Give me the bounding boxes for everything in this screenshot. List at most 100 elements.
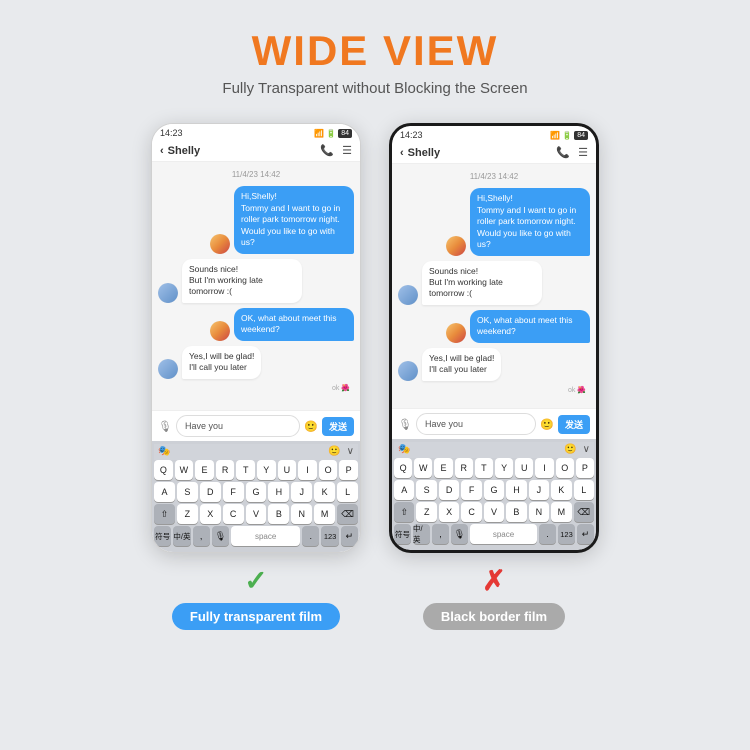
white-chat-header-right: 📞 ☰ — [320, 144, 352, 157]
key-f[interactable]: F — [223, 482, 244, 502]
key-q[interactable]: Q — [154, 460, 173, 480]
key-space[interactable]: space — [231, 526, 300, 546]
black-send-button[interactable]: 发送 — [558, 415, 590, 434]
bkey-f[interactable]: F — [461, 480, 481, 500]
key-m[interactable]: M — [314, 504, 335, 524]
key-i[interactable]: I — [298, 460, 317, 480]
bkey-n[interactable]: N — [529, 502, 549, 522]
bkey-a[interactable]: A — [394, 480, 414, 500]
black-phone-screen: 14:23 📶 🔋 84 ‹ Shelly 📞 ☰ — [392, 126, 596, 550]
key-d[interactable]: D — [200, 482, 221, 502]
key-e[interactable]: E — [195, 460, 214, 480]
bkey-o[interactable]: O — [556, 458, 574, 478]
white-menu-icon[interactable]: ☰ — [342, 144, 352, 157]
key-l[interactable]: L — [337, 482, 358, 502]
key-k[interactable]: K — [314, 482, 335, 502]
bkey-e[interactable]: E — [434, 458, 452, 478]
key-a[interactable]: A — [154, 482, 175, 502]
key-z[interactable]: Z — [177, 504, 198, 524]
white-kb-chevron[interactable]: ∨ — [347, 446, 354, 457]
key-x[interactable]: X — [200, 504, 221, 524]
white-emoji-icon[interactable]: 🙂 — [304, 420, 318, 433]
key-123[interactable]: 123 — [321, 526, 338, 546]
white-send-button[interactable]: 发送 — [322, 417, 354, 436]
black-kb-smiley[interactable]: 🙂 — [564, 444, 576, 455]
bkey-t[interactable]: T — [475, 458, 493, 478]
black-mic-icon[interactable]: 🎙 — [398, 418, 412, 431]
key-chinese[interactable]: 中/英 — [173, 526, 190, 546]
key-dot[interactable]: . — [302, 526, 319, 546]
key-comma[interactable]: , — [193, 526, 210, 546]
black-contact-name: Shelly — [408, 147, 440, 159]
bkey-l[interactable]: L — [574, 480, 594, 500]
bkey-dot[interactable]: . — [539, 524, 556, 544]
bkey-i[interactable]: I — [535, 458, 553, 478]
bkey-p[interactable]: P — [576, 458, 594, 478]
key-symbol[interactable]: 符号 — [154, 526, 171, 546]
bkey-x[interactable]: X — [439, 502, 459, 522]
key-g[interactable]: G — [246, 482, 267, 502]
bkey-v[interactable]: V — [484, 502, 504, 522]
bkey-enter[interactable]: ↵ — [577, 524, 594, 544]
black-kb-emoji[interactable]: 🎭 — [398, 444, 410, 455]
bkey-shift[interactable]: ⇧ — [394, 502, 414, 522]
key-backspace[interactable]: ⌫ — [337, 504, 358, 524]
bkey-d[interactable]: D — [439, 480, 459, 500]
bkey-j[interactable]: J — [529, 480, 549, 500]
white-status-icons: 📶 🔋 84 — [314, 129, 352, 138]
bkey-chinese[interactable]: 中/英 — [413, 524, 430, 544]
white-kb-emoji[interactable]: 🎭 — [158, 446, 170, 457]
bkey-k[interactable]: K — [551, 480, 571, 500]
key-p[interactable]: P — [339, 460, 358, 480]
white-kb-right-icons: 🙂 ∨ — [328, 446, 354, 457]
key-s[interactable]: S — [177, 482, 198, 502]
key-j[interactable]: J — [291, 482, 312, 502]
key-mic-kb[interactable]: 🎙 — [212, 526, 229, 546]
key-h[interactable]: H — [268, 482, 289, 502]
key-y[interactable]: Y — [257, 460, 276, 480]
black-back-arrow[interactable]: ‹ — [400, 147, 404, 159]
bkey-r[interactable]: R — [455, 458, 473, 478]
bkey-z[interactable]: Z — [416, 502, 436, 522]
black-bubble-1: Hi,Shelly!Tommy and I want to go in roll… — [470, 188, 590, 255]
bkey-y[interactable]: Y — [495, 458, 513, 478]
white-mic-icon[interactable]: 🎙 — [158, 420, 172, 433]
white-input-field[interactable]: Have you — [176, 415, 300, 437]
bkey-s[interactable]: S — [416, 480, 436, 500]
key-b[interactable]: B — [268, 504, 289, 524]
black-emoji-icon[interactable]: 🙂 — [540, 418, 554, 431]
bkey-backspace[interactable]: ⌫ — [574, 502, 594, 522]
black-menu-icon[interactable]: ☰ — [578, 146, 588, 159]
white-phone-icon[interactable]: 📞 — [320, 144, 334, 157]
bkey-space[interactable]: space — [470, 524, 537, 544]
black-kb-chevron[interactable]: ∨ — [583, 444, 590, 455]
key-r[interactable]: R — [216, 460, 235, 480]
key-o[interactable]: O — [319, 460, 338, 480]
key-v[interactable]: V — [246, 504, 267, 524]
bkey-b[interactable]: B — [506, 502, 526, 522]
bkey-u[interactable]: U — [515, 458, 533, 478]
bkey-c[interactable]: C — [461, 502, 481, 522]
white-avatar-4 — [158, 359, 178, 379]
bkey-123[interactable]: 123 — [558, 524, 575, 544]
bkey-q[interactable]: Q — [394, 458, 412, 478]
bkey-mic-kb[interactable]: 🎙 — [451, 524, 468, 544]
white-kb-smiley[interactable]: 🙂 — [328, 446, 340, 457]
bkey-m[interactable]: M — [551, 502, 571, 522]
key-enter[interactable]: ↵ — [341, 526, 358, 546]
black-input-field[interactable]: Have you — [416, 413, 536, 435]
key-w[interactable]: W — [175, 460, 194, 480]
key-shift[interactable]: ⇧ — [154, 504, 175, 524]
key-u[interactable]: U — [278, 460, 297, 480]
white-back-arrow[interactable]: ‹ — [160, 145, 164, 157]
black-msg-3: OK, what about meet this weekend? — [398, 310, 590, 343]
key-n[interactable]: N — [291, 504, 312, 524]
black-phone-icon[interactable]: 📞 — [556, 146, 570, 159]
bkey-comma[interactable]: , — [432, 524, 449, 544]
key-t[interactable]: T — [236, 460, 255, 480]
bkey-w[interactable]: W — [414, 458, 432, 478]
bkey-g[interactable]: G — [484, 480, 504, 500]
bkey-symbol[interactable]: 符号 — [394, 524, 411, 544]
bkey-h[interactable]: H — [506, 480, 526, 500]
key-c[interactable]: C — [223, 504, 244, 524]
